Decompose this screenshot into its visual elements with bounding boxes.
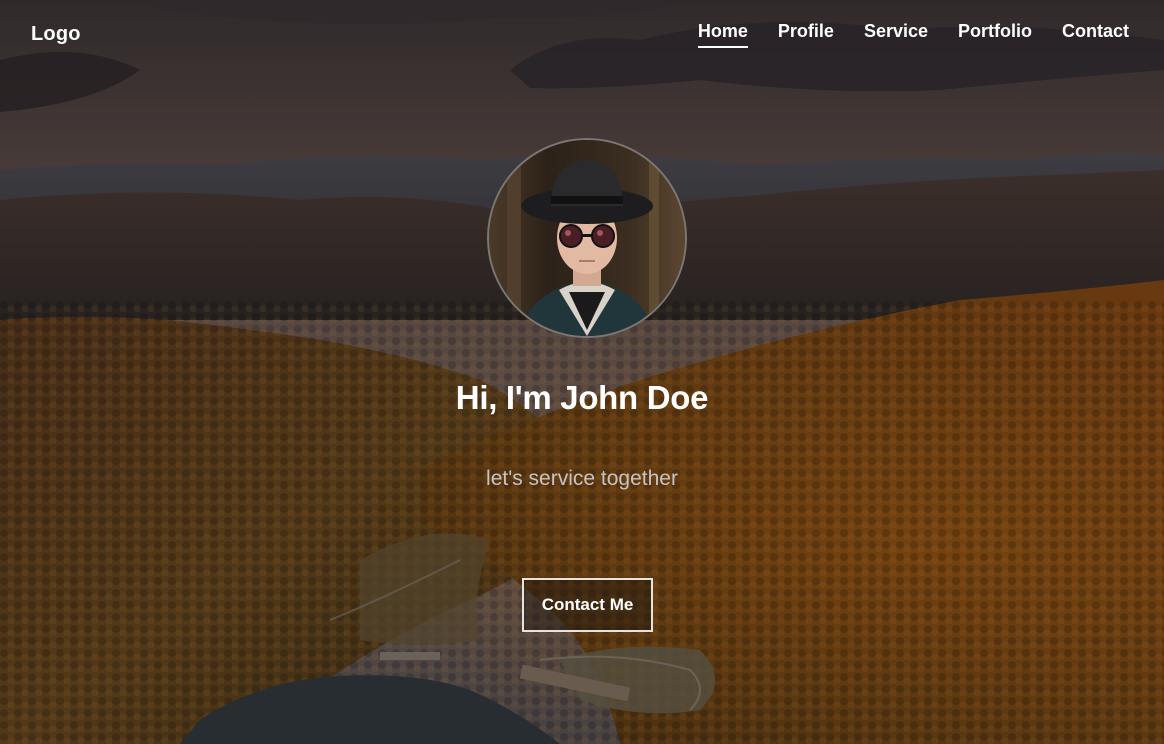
nav-link-service[interactable]: Service bbox=[864, 20, 928, 48]
nav-links: Home Profile Service Portfolio Contact bbox=[697, 20, 1129, 48]
nav-link-portfolio[interactable]: Portfolio bbox=[958, 20, 1032, 48]
profile-photo-image bbox=[489, 140, 685, 336]
nav-link-home[interactable]: Home bbox=[697, 20, 748, 48]
nav-link-profile[interactable]: Profile bbox=[778, 20, 834, 48]
hero-headline: Hi, I'm John Doe bbox=[455, 379, 709, 416]
logo[interactable]: Logo bbox=[31, 23, 81, 46]
profile-avatar bbox=[487, 138, 687, 338]
nav-link-contact[interactable]: Contact bbox=[1062, 20, 1129, 48]
contact-me-button[interactable]: Contact Me bbox=[522, 578, 653, 632]
navbar: Logo Home Profile Service Portfolio Cont… bbox=[0, 0, 1164, 70]
hero-subtitle: let's service together bbox=[486, 467, 678, 490]
hero-section: Logo Home Profile Service Portfolio Cont… bbox=[0, 0, 1164, 744]
dark-overlay bbox=[0, 0, 1164, 744]
